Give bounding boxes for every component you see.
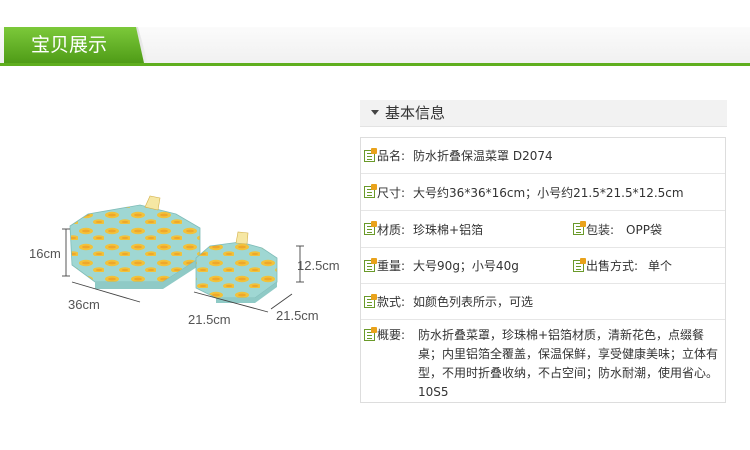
value-material: 珍珠棉+铝箔 <box>413 222 484 237</box>
small-cover <box>195 231 278 303</box>
row-material: 材质: 珍珠棉+铝箔 包装: OPP袋 <box>361 211 725 248</box>
product-illustration: 16cm 36cm 12.5cm 21.5cm 21.5cm <box>0 190 355 340</box>
label-product-name: 品名: <box>377 149 406 163</box>
value-product-name: 防水折叠保温菜罩 D2074 <box>413 149 553 163</box>
large-length-label: 36cm <box>68 297 100 312</box>
note-icon <box>573 257 586 272</box>
label-weight: 重量: <box>377 259 406 273</box>
label-sale-method: 出售方式: <box>586 259 639 273</box>
large-height-label: 16cm <box>29 246 61 261</box>
label-style: 款式: <box>377 295 406 309</box>
note-icon <box>364 327 377 341</box>
large-cover <box>69 195 201 289</box>
note-icon <box>364 293 377 308</box>
small-width-label: 21.5cm <box>188 312 231 327</box>
note-icon <box>364 221 377 235</box>
caret-down-icon <box>371 110 379 115</box>
basic-info-header[interactable]: 基本信息 <box>360 100 727 127</box>
value-packaging: OPP袋 <box>626 222 662 237</box>
row-weight: 重量: 大号90g；小号40g 出售方式: 单个 <box>361 248 725 284</box>
label-packaging: 包装: <box>586 222 615 237</box>
label-size: 尺寸: <box>377 185 406 200</box>
label-summary: 概要: <box>377 328 406 342</box>
value-summary: 防水折叠菜罩，珍珠棉+铝箔材质，清新花色，点缀餐桌；内里铝箔全覆盖，保温保鲜，享… <box>418 328 719 399</box>
value-sale-method: 单个 <box>648 259 673 273</box>
note-icon <box>573 221 586 235</box>
note-icon <box>364 147 377 162</box>
row-summary: 概要: 防水折叠菜罩，珍珠棉+铝箔材质，清新花色，点缀餐桌；内里铝箔全覆盖，保温… <box>361 320 725 402</box>
basic-info-table: 品名: 防水折叠保温菜罩 D2074 尺寸: 大号约36*36*16cm；小号约… <box>360 137 726 403</box>
value-style: 如颜色列表所示，可选 <box>413 295 534 309</box>
value-size: 大号约36*36*16cm；小号约21.5*21.5*12.5cm <box>413 185 684 200</box>
label-material: 材质: <box>377 222 406 237</box>
row-product-name: 品名: 防水折叠保温菜罩 D2074 <box>361 138 725 174</box>
basic-info-title: 基本信息 <box>385 104 446 122</box>
tab-product-display[interactable]: 宝贝展示 <box>4 27 144 63</box>
note-icon <box>364 184 377 198</box>
note-icon <box>364 257 377 272</box>
small-length-label: 21.5cm <box>276 308 319 323</box>
header-divider <box>0 63 750 66</box>
value-weight: 大号90g；小号40g <box>413 259 519 273</box>
small-height-label: 12.5cm <box>297 258 340 273</box>
row-style: 款式: 如颜色列表所示，可选 <box>361 284 725 320</box>
row-size: 尺寸: 大号约36*36*16cm；小号约21.5*21.5*12.5cm <box>361 174 725 211</box>
